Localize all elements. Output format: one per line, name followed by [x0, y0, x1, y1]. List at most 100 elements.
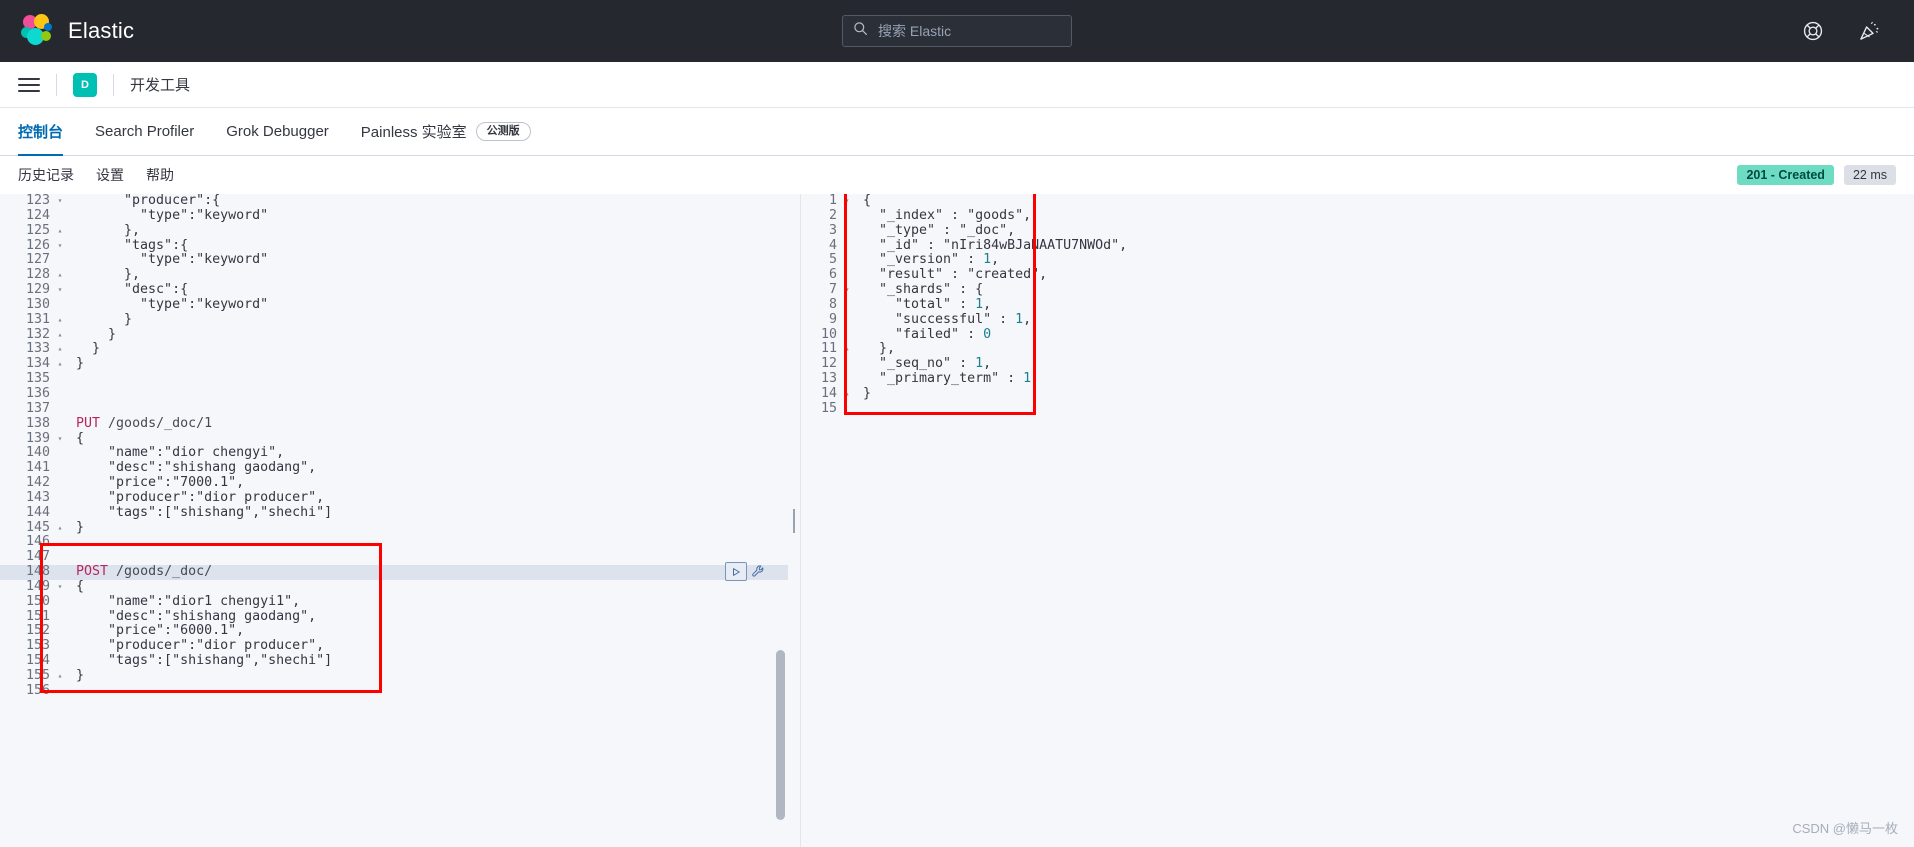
- fold-toggle-icon[interactable]: ▴: [54, 521, 66, 536]
- code-line[interactable]: 155 ▴}: [0, 668, 788, 684]
- fold-toggle-icon[interactable]: ▾: [54, 194, 66, 209]
- code-text: PUT /goods/_doc/1: [76, 415, 213, 431]
- response-pane[interactable]: 1 ▾{2 "_index" : "goods", 3 "_type" : "_do…: [800, 194, 1914, 847]
- breadcrumb[interactable]: 开发工具: [130, 74, 190, 95]
- tab-painless-lab[interactable]: Painless 实验室 公测版: [345, 108, 547, 155]
- code-line[interactable]: 142 "price":"7000.1",: [0, 475, 788, 491]
- code-line[interactable]: 13 "_primary_term" : 1: [801, 371, 1914, 387]
- request-editor-code[interactable]: 123 ▾ "producer":{124 "type":"keyword" 125…: [0, 194, 788, 699]
- line-number: 154: [25, 653, 50, 669]
- fold-toggle-icon[interactable]: ▾: [54, 580, 66, 595]
- fold-toggle-icon[interactable]: ▴: [841, 342, 853, 357]
- code-line[interactable]: 15: [801, 401, 1914, 417]
- code-line[interactable]: 12 "_seq_no" : 1,: [801, 356, 1914, 372]
- code-line[interactable]: 132 ▴ }: [0, 327, 788, 343]
- wrench-icon[interactable]: [751, 564, 766, 579]
- fold-toggle-icon[interactable]: ▴: [54, 669, 66, 684]
- fold-toggle-icon[interactable]: ▾: [54, 432, 66, 447]
- code-line[interactable]: 2 "_index" : "goods",: [801, 207, 1914, 224]
- space-badge[interactable]: D: [73, 72, 97, 97]
- code-line[interactable]: 4 "_id" : "nIri84wBJaNAATU7NWOd",: [801, 238, 1914, 254]
- line-number: 137: [25, 400, 50, 416]
- line-number: 150: [25, 593, 50, 609]
- fold-toggle-icon[interactable]: ▾: [841, 283, 853, 298]
- fold-toggle-icon[interactable]: ▴: [54, 268, 66, 283]
- code-text: }: [76, 356, 85, 372]
- code-line[interactable]: 5 "_version" : 1,: [801, 252, 1914, 268]
- code-line[interactable]: 136: [0, 386, 788, 402]
- code-line[interactable]: 9 "successful" : 1,: [801, 312, 1914, 328]
- code-line[interactable]: 6 "result" : "created",: [801, 267, 1914, 283]
- code-text: "result" : "created",: [863, 267, 1048, 283]
- code-line[interactable]: 150 "name":"dior1 chengyi1",: [0, 593, 788, 610]
- request-actions[interactable]: [725, 562, 766, 582]
- code-line[interactable]: 138 PUT /goods/_doc/1: [0, 415, 788, 432]
- code-text: "_type" : "_doc",: [863, 222, 1016, 238]
- code-line[interactable]: 141 "desc":"shishang gaodang",: [0, 460, 788, 476]
- code-line[interactable]: 14 ▴}: [801, 386, 1914, 402]
- code-line[interactable]: 124 "type":"keyword": [0, 208, 788, 224]
- line-number: 134: [25, 356, 50, 372]
- request-editor-pane[interactable]: 123 ▾ "producer":{124 "type":"keyword" 125…: [0, 194, 788, 847]
- code-line[interactable]: 10 "failed" : 0: [801, 327, 1914, 343]
- tab-console[interactable]: 控制台: [18, 108, 79, 156]
- settings-link[interactable]: 设置: [96, 165, 124, 185]
- code-line[interactable]: 130 "type":"keyword": [0, 297, 788, 313]
- party-popper-icon[interactable]: [1858, 20, 1880, 42]
- history-link[interactable]: 历史记录: [18, 165, 74, 185]
- pane-divider[interactable]: [788, 194, 800, 847]
- code-text: "_index" : "goods",: [863, 207, 1032, 223]
- code-line[interactable]: 143 "producer":"dior producer",: [0, 490, 788, 506]
- code-line[interactable]: 148 POST /goods/_doc/: [0, 564, 788, 580]
- fold-toggle-icon[interactable]: ▴: [54, 357, 66, 372]
- code-line[interactable]: 140 "name":"dior chengyi",: [0, 445, 788, 461]
- code-line[interactable]: 153 "producer":"dior producer",: [0, 638, 788, 654]
- code-line[interactable]: 7 ▾ "_shards" : {: [801, 282, 1914, 298]
- code-line[interactable]: 129 ▾ "desc":{: [0, 282, 788, 298]
- code-line[interactable]: 152 "price":"6000.1",: [0, 624, 788, 639]
- fold-toggle-icon[interactable]: ▴: [54, 224, 66, 239]
- code-line[interactable]: 11 ▴ },: [801, 342, 1914, 357]
- line-number: 133: [25, 341, 50, 357]
- fold-toggle-icon[interactable]: ▴: [54, 328, 66, 343]
- code-line[interactable]: 156: [0, 683, 788, 699]
- code-line[interactable]: 149 ▾ {: [0, 579, 788, 595]
- code-line[interactable]: 135: [0, 371, 788, 387]
- global-search[interactable]: [842, 15, 1072, 47]
- code-line[interactable]: 126 ▾ "tags":{: [0, 238, 788, 254]
- code-line[interactable]: 134 ▴}: [0, 356, 788, 372]
- code-line[interactable]: 137: [0, 400, 788, 417]
- brand[interactable]: Elastic: [20, 14, 134, 48]
- tab-grok-debugger[interactable]: Grok Debugger: [210, 108, 345, 155]
- code-line[interactable]: 144 "tags":["shishang","shechi"]: [0, 505, 788, 521]
- code-line[interactable]: 151 "desc":"shishang gaodang",: [0, 609, 788, 625]
- play-triangle-icon[interactable]: [725, 562, 747, 582]
- code-line[interactable]: 139 ▾ {: [0, 431, 788, 447]
- request-scrollbar[interactable]: [776, 650, 785, 820]
- code-line[interactable]: 133 ▴ }: [0, 342, 788, 357]
- code-line[interactable]: 123 ▾ "producer":{: [0, 194, 788, 209]
- fold-toggle-icon[interactable]: ▾: [54, 283, 66, 298]
- fold-toggle-icon[interactable]: ▴: [841, 387, 853, 402]
- code-line[interactable]: 147: [0, 549, 788, 565]
- hamburger-menu-icon[interactable]: [18, 74, 40, 96]
- code-line[interactable]: 154 "tags":["shishang","shechi"]: [0, 653, 788, 669]
- code-line[interactable]: 127 "type":"keyword": [0, 253, 788, 268]
- fold-toggle-icon[interactable]: ▾: [841, 194, 853, 209]
- help-link[interactable]: 帮助: [146, 165, 174, 185]
- code-line[interactable]: 8 "total" : 1,: [801, 297, 1914, 313]
- fold-toggle-icon[interactable]: ▴: [54, 313, 66, 328]
- code-text: }: [76, 668, 85, 683]
- fold-toggle-icon[interactable]: ▴: [54, 342, 66, 357]
- code-line[interactable]: 145 ▴}: [0, 520, 788, 536]
- search-input[interactable]: [876, 22, 1061, 40]
- code-line[interactable]: 125 ▴ },: [0, 223, 788, 239]
- fold-toggle-icon[interactable]: ▾: [54, 239, 66, 254]
- code-line[interactable]: 3 "_type" : "_doc",: [801, 222, 1914, 239]
- code-line[interactable]: 146: [0, 535, 788, 550]
- code-line[interactable]: 1 ▾ {: [801, 194, 1914, 209]
- tab-search-profiler[interactable]: Search Profiler: [79, 108, 210, 155]
- code-line[interactable]: 128 ▴ },: [0, 267, 788, 283]
- code-line[interactable]: 131 ▴ }: [0, 312, 788, 328]
- help-lifebuoy-icon[interactable]: [1802, 20, 1824, 42]
